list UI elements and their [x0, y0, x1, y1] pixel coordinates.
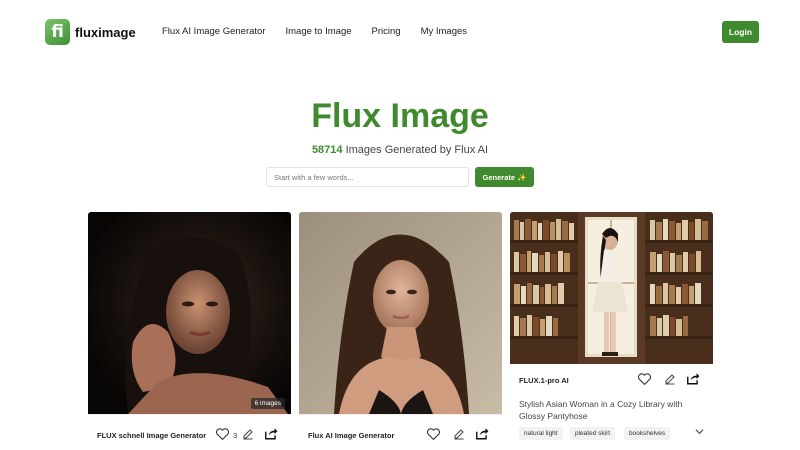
- tag-chip[interactable]: natural light: [519, 427, 563, 440]
- page-title: Flux Image: [311, 97, 489, 135]
- edit-icon[interactable]: [453, 428, 465, 440]
- image-card: FLUX.1-pro AI Stylish Asian Woman in a C…: [510, 212, 713, 450]
- image-count-badge: 6 images: [250, 398, 285, 409]
- heart-icon[interactable]: [427, 428, 440, 440]
- generate-button[interactable]: Generate ✨: [475, 167, 534, 187]
- top-navbar: fi fluximage Flux AI Image Generator Ima…: [0, 0, 800, 64]
- logo-text: fluximage: [75, 24, 136, 40]
- edit-icon[interactable]: [242, 428, 254, 440]
- share-icon[interactable]: [264, 427, 278, 440]
- image-card: 6 images FLUX schnell Image Generator 3: [88, 212, 291, 450]
- card-title: FLUX schnell Image Generator: [97, 431, 207, 440]
- logo[interactable]: fi fluximage: [45, 19, 136, 45]
- nav-link-image-to-image[interactable]: Image to Image: [286, 26, 352, 37]
- nav-link-my-images[interactable]: My Images: [421, 26, 467, 37]
- tag-chip[interactable]: pleated skirt: [570, 427, 616, 440]
- card-title: FLUX.1-pro AI: [519, 376, 569, 385]
- nav-link-flux-generator[interactable]: Flux AI Image Generator: [162, 26, 266, 37]
- prompt-input[interactable]: [266, 167, 469, 187]
- card-footer: Flux AI Image Generator: [299, 414, 502, 450]
- card-image[interactable]: [510, 212, 713, 364]
- portrait-image: [299, 212, 502, 414]
- share-icon[interactable]: [686, 372, 700, 385]
- card-prompt: Stylish Asian Woman in a Cozy Library wi…: [519, 399, 683, 421]
- images-count: 58714: [311, 144, 343, 156]
- login-button[interactable]: Login: [722, 21, 759, 43]
- nav-links: Flux AI Image Generator Image to Image P…: [162, 26, 487, 37]
- like-count: 3: [233, 431, 238, 440]
- page-subtitle: 58714 Images Generated by Flux AI: [0, 144, 800, 156]
- tag-chip[interactable]: bookshelves: [624, 427, 671, 440]
- nav-link-pricing[interactable]: Pricing: [372, 26, 401, 37]
- heart-icon[interactable]: [216, 428, 229, 440]
- library-image: [510, 212, 713, 364]
- share-icon[interactable]: [475, 427, 489, 440]
- card-title: Flux AI Image Generator: [308, 431, 395, 440]
- card-footer: FLUX schnell Image Generator 3: [88, 414, 291, 450]
- chevron-down-icon[interactable]: [695, 428, 704, 435]
- subtitle-text: Images Generated by Flux AI: [342, 144, 489, 156]
- image-card: Flux AI Image Generator: [299, 212, 502, 450]
- logo-icon: fi: [45, 19, 70, 45]
- edit-icon[interactable]: [664, 373, 676, 385]
- heart-icon[interactable]: [638, 373, 651, 385]
- portrait-image: [88, 212, 291, 414]
- card-image[interactable]: [299, 212, 502, 414]
- card-image[interactable]: 6 images: [88, 212, 291, 414]
